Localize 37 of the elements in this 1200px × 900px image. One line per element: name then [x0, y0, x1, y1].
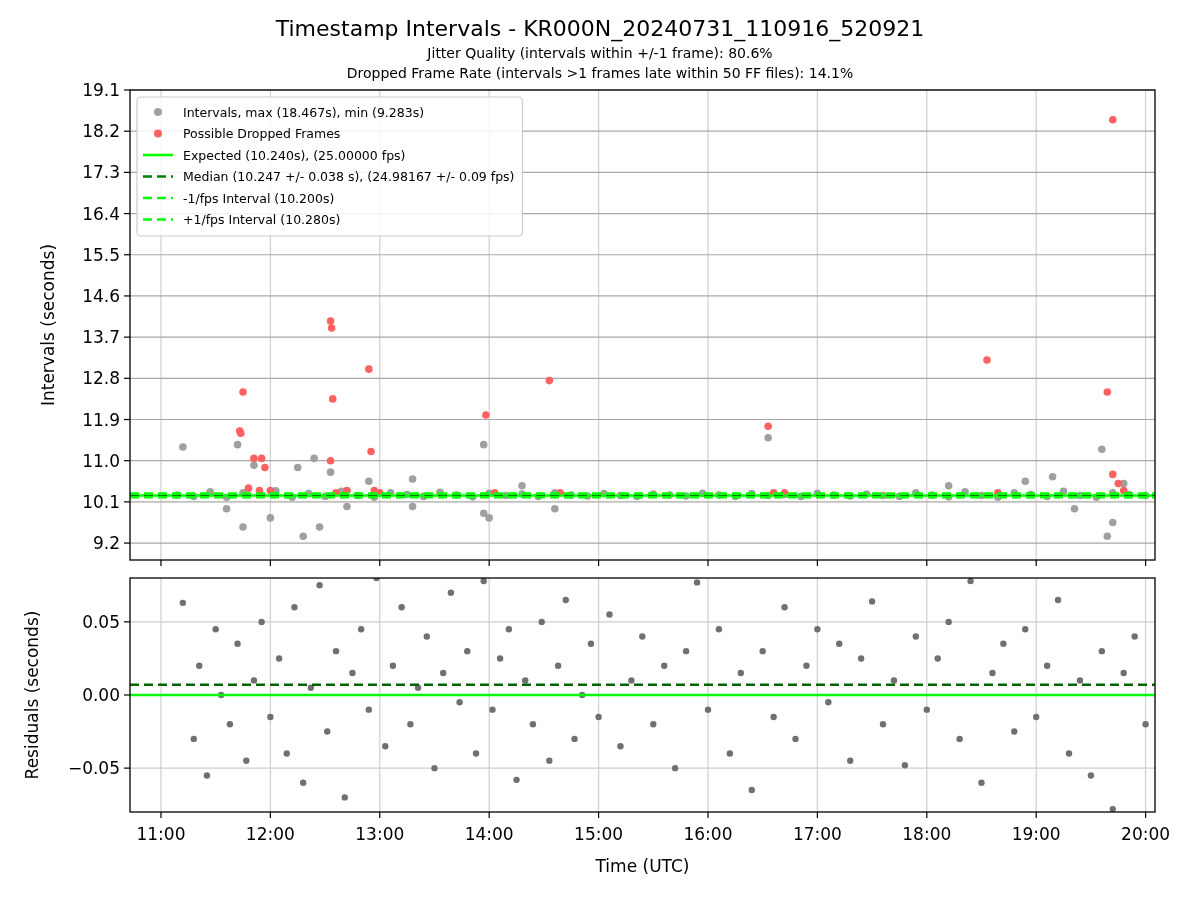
tick-label: 10.1	[82, 491, 120, 512]
tick-label: 0.00	[82, 685, 120, 705]
tick-label: 20:00	[1121, 824, 1171, 844]
tick-label: 11.9	[82, 409, 120, 430]
axis-label: Intervals (seconds)	[38, 243, 58, 407]
tick-label: 11.0	[82, 450, 120, 471]
legend-label: +1/fps Interval (10.280s)	[183, 212, 341, 227]
chart-subtitle: Jitter Quality (intervals within +/-1 frame): 80.6%	[427, 44, 773, 63]
tick-label: 11:00	[136, 824, 186, 844]
legend-label: -1/fps Interval (10.200s)	[183, 190, 335, 206]
tick-label: 17.3	[82, 162, 120, 183]
tick-label: 15:00	[574, 824, 624, 844]
legend-label: Expected (10.240s), (25.00000 fps)	[183, 147, 406, 163]
tick-label: 12.8	[82, 368, 120, 389]
tick-label: 16.4	[82, 203, 120, 224]
tick-label: 19.1	[82, 80, 120, 100]
axis-label: Residuals (seconds)	[22, 610, 42, 780]
tick-label: 18.2	[82, 121, 120, 142]
tick-label: 17:00	[792, 824, 842, 844]
tick-label: 14:00	[464, 824, 514, 844]
tick-label: 18:00	[902, 824, 952, 844]
tick-label: 16:00	[683, 824, 733, 844]
tick-label: 9.2	[92, 533, 120, 554]
legend-label: Possible Dropped Frames	[183, 126, 341, 141]
legend-label: Median (10.247 +/- 0.038 s), (24.98167 +/- 0.09 fps)	[183, 169, 515, 184]
axis-label: Time (UTC)	[595, 856, 690, 876]
chart-title: Timestamp Intervals - KR000N_20240731_110916_520921	[275, 15, 925, 43]
legend-label: Intervals, max (18.467s), min (9.283s)	[183, 104, 425, 120]
tick-label: 14.6	[82, 285, 120, 306]
tick-label: 13:00	[355, 824, 405, 844]
tick-label: 12:00	[245, 824, 295, 844]
tick-label: 19:00	[1011, 824, 1061, 844]
tick-label: 13.7	[82, 327, 120, 348]
chart-subtitle: Dropped Frame Rate (intervals >1 frames late within 50 FF files): 14.1%	[346, 64, 854, 83]
tick-label: 0.05	[82, 611, 120, 632]
tick-label: −0.05	[67, 758, 120, 779]
tick-label: 15.5	[82, 244, 120, 265]
